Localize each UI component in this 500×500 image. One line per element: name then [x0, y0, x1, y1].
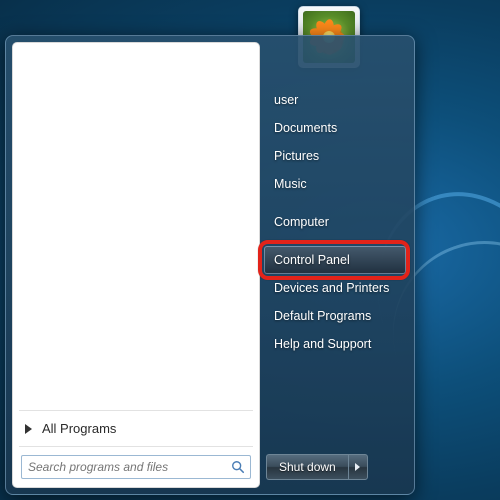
- user-tile-spacer: [264, 48, 406, 86]
- right-item-label: Documents: [274, 121, 337, 135]
- right-item-documents[interactable]: Documents: [264, 114, 406, 142]
- right-item-help-and-support[interactable]: Help and Support: [264, 330, 406, 358]
- right-item-label: Control Panel: [274, 253, 350, 267]
- shutdown-label: Shut down: [279, 460, 336, 474]
- start-menu-right-pane: user Documents Pictures Music Computer C…: [260, 42, 408, 488]
- separator-gap: [264, 236, 406, 246]
- right-item-label: Help and Support: [274, 337, 371, 351]
- right-pane-list: user Documents Pictures Music Computer C…: [264, 86, 406, 454]
- triangle-right-icon: [25, 424, 32, 434]
- right-item-pictures[interactable]: Pictures: [264, 142, 406, 170]
- shutdown-button[interactable]: Shut down: [266, 454, 348, 480]
- right-item-computer[interactable]: Computer: [264, 208, 406, 236]
- right-item-label: Pictures: [274, 149, 319, 163]
- shutdown-row: Shut down: [264, 454, 406, 482]
- right-item-default-programs[interactable]: Default Programs: [264, 302, 406, 330]
- shutdown-options-button[interactable]: [348, 454, 368, 480]
- separator-gap: [264, 198, 406, 208]
- right-item-music[interactable]: Music: [264, 170, 406, 198]
- right-item-control-panel[interactable]: Control Panel: [264, 246, 406, 274]
- pinned-programs-area: [13, 43, 259, 410]
- all-programs-label: All Programs: [42, 421, 116, 436]
- right-item-label: Default Programs: [274, 309, 371, 323]
- search-row: [13, 447, 259, 487]
- start-menu-left-pane: All Programs: [12, 42, 260, 488]
- search-box[interactable]: [21, 455, 251, 479]
- right-item-user[interactable]: user: [264, 86, 406, 114]
- right-item-label: Computer: [274, 215, 329, 229]
- search-icon: [226, 460, 250, 474]
- triangle-right-icon: [355, 463, 360, 471]
- right-item-label: Devices and Printers: [274, 281, 389, 295]
- right-item-label: Music: [274, 177, 307, 191]
- right-item-devices-and-printers[interactable]: Devices and Printers: [264, 274, 406, 302]
- right-item-label: user: [274, 93, 298, 107]
- search-input[interactable]: [22, 460, 226, 474]
- all-programs-button[interactable]: All Programs: [13, 411, 259, 446]
- start-menu: All Programs user Documents Pictures Mus…: [5, 35, 415, 495]
